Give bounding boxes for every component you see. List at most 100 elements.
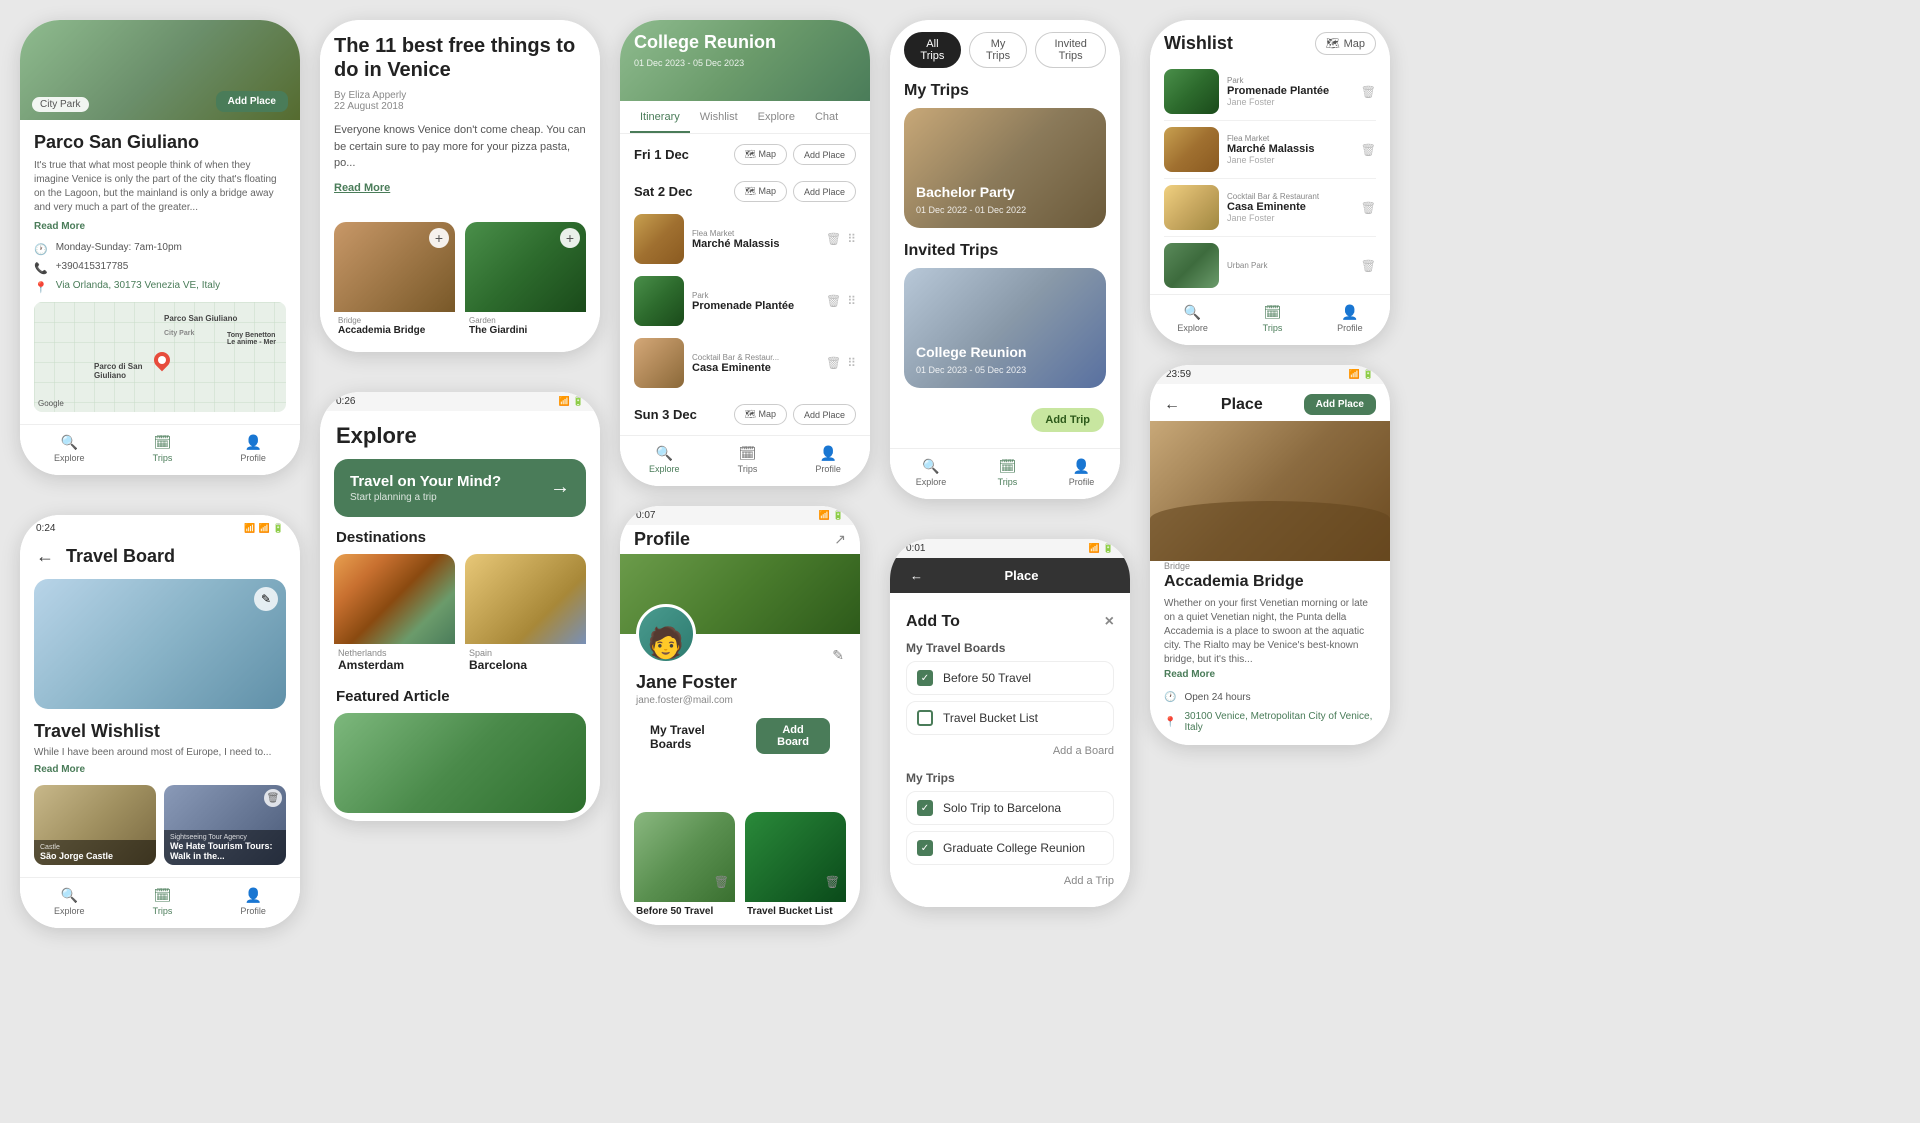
add-to-sheet: Add To × My Travel Boards ✓ Before 50 Tr… xyxy=(890,597,1130,907)
tab-explore[interactable]: Explore xyxy=(748,101,805,133)
back-arrow-8[interactable]: ← xyxy=(910,568,923,583)
trip-card-college[interactable]: College Reunion 01 Dec 2023 - 05 Dec 202… xyxy=(904,268,1106,388)
wl-delete-button-4[interactable]: 🗑 xyxy=(1361,259,1376,273)
delete-board-button-1[interactable]: 🗑 xyxy=(714,875,729,889)
featured-article-image[interactable] xyxy=(334,713,586,813)
list-item: Flea Market Marché Malassis 🗑 ⠿ xyxy=(620,208,870,270)
wl-delete-button-2[interactable]: 🗑 xyxy=(1361,143,1376,157)
nav-profile-label: Profile xyxy=(240,453,266,463)
add-board-link[interactable]: Add a Board xyxy=(906,741,1114,761)
location-icon-10: 📍 xyxy=(1164,717,1176,728)
delete-place-button-2[interactable]: 🗑 xyxy=(826,294,841,308)
nav-profile-5[interactable]: 👤 Profile xyxy=(815,444,841,474)
trip-card-dates-1: 01 Dec 2022 - 01 Dec 2022 xyxy=(916,205,1026,215)
board-read-more[interactable]: Read More xyxy=(34,764,286,775)
profile-screen-title: Profile xyxy=(634,529,690,550)
checkbox-solo[interactable]: ✓ xyxy=(917,800,933,816)
add-trip-button[interactable]: Add Trip xyxy=(1031,408,1104,432)
map-day-button-3[interactable]: 🗺 Map xyxy=(734,404,787,425)
nav-trips[interactable]: 🗓 Trips xyxy=(153,433,173,463)
edit-board-button[interactable]: ✎ xyxy=(254,587,278,611)
checkbox-before50[interactable]: ✓ xyxy=(917,670,933,686)
add-place-button-10[interactable]: Add Place xyxy=(1304,394,1376,415)
list-item[interactable]: Spain Barcelona xyxy=(465,554,586,676)
add-board-button[interactable]: Add Board xyxy=(756,718,830,754)
item-label-castle: Castle São Jorge Castle xyxy=(34,840,156,865)
item-name: São Jorge Castle xyxy=(40,851,150,861)
filter-my-trips[interactable]: My Trips xyxy=(969,32,1028,68)
board-check-1[interactable]: ✓ Before 50 Travel xyxy=(906,661,1114,695)
edit-profile-button[interactable]: ✎ xyxy=(832,647,844,664)
read-more-10[interactable]: Read More xyxy=(1150,667,1390,688)
wl-name-1: Promenade Plantée xyxy=(1227,85,1353,97)
filter-all-trips[interactable]: All Trips xyxy=(904,32,961,68)
wl-delete-button-1[interactable]: 🗑 xyxy=(1361,85,1376,99)
trip-check-2[interactable]: ✓ Graduate College Reunion xyxy=(906,831,1114,865)
back-button[interactable]: ← xyxy=(36,546,54,567)
trip-check-1[interactable]: ✓ Solo Trip to Barcelona xyxy=(906,791,1114,825)
read-more-link[interactable]: Read More xyxy=(34,221,286,232)
nav-profile-2[interactable]: 👤 Profile xyxy=(240,886,266,916)
nav-trips-9[interactable]: 🗓 Trips xyxy=(1263,303,1283,333)
nav-explore-5[interactable]: 🔍 Explore xyxy=(649,444,680,474)
add-place-day-button-2[interactable]: Add Place xyxy=(793,181,856,202)
back-button-10[interactable]: ← xyxy=(1164,396,1180,414)
nav-trips-7[interactable]: 🗓 Trips xyxy=(998,457,1018,487)
add-place-card-button[interactable]: + xyxy=(429,228,449,248)
wishlist-map-button[interactable]: 🗺 Map xyxy=(1315,32,1376,55)
nav-profile[interactable]: 👤 Profile xyxy=(240,433,266,463)
nav-explore-2[interactable]: 🔍 Explore xyxy=(54,886,85,916)
nav-explore[interactable]: 🔍 Explore xyxy=(54,433,85,463)
nav-explore-9[interactable]: 🔍 Explore xyxy=(1177,303,1208,333)
place-address[interactable]: Via Orlanda, 30173 Venezia VE, Italy xyxy=(56,280,220,291)
add-place-button[interactable]: Add Place xyxy=(216,91,288,112)
delete-place-button-3[interactable]: 🗑 xyxy=(826,356,841,370)
article-body: Everyone knows Venice don't come cheap. … xyxy=(334,122,586,172)
list-item: Park Promenade Plantée Jane Foster 🗑 xyxy=(1150,63,1390,120)
hours-icon-10: 🕐 xyxy=(1164,692,1176,703)
nav-trips-5[interactable]: 🗓 Trips xyxy=(738,444,758,474)
nav-explore-7[interactable]: 🔍 Explore xyxy=(916,457,947,487)
article-author: By Eliza Apperly xyxy=(334,90,406,101)
tab-wishlist[interactable]: Wishlist xyxy=(690,101,748,133)
article-read-more[interactable]: Read More xyxy=(334,182,390,194)
wl-delete-button-3[interactable]: 🗑 xyxy=(1361,201,1376,215)
place-nav-header: ← Place Add Place xyxy=(1150,384,1390,421)
nav-trips-label: Trips xyxy=(153,453,173,463)
nav-profile-7[interactable]: 👤 Profile xyxy=(1069,457,1095,487)
drag-handle-2[interactable]: ⠿ xyxy=(847,294,856,308)
tab-itinerary[interactable]: Itinerary xyxy=(630,101,690,133)
accademia-hero-image xyxy=(1150,421,1390,561)
share-icon[interactable]: ↗ xyxy=(834,531,846,548)
trip-card-bachelor[interactable]: Bachelor Party 01 Dec 2022 - 01 Dec 2022 xyxy=(904,108,1106,228)
list-item[interactable]: Netherlands Amsterdam xyxy=(334,554,455,676)
travel-banner[interactable]: Travel on Your Mind? Start planning a tr… xyxy=(334,459,586,517)
add-place-day-button-3[interactable]: Add Place xyxy=(793,404,856,425)
nav-trips-2[interactable]: 🗓 Trips xyxy=(153,886,173,916)
add-place-day-button-1[interactable]: Add Place xyxy=(793,144,856,165)
tab-chat[interactable]: Chat xyxy=(805,101,848,133)
bottom-nav-2: 🔍 Explore 🗓 Trips 👤 Profile xyxy=(20,877,300,928)
delete-board-button-2[interactable]: 🗑 xyxy=(825,875,840,889)
map-day-button-2[interactable]: 🗺 Map xyxy=(734,181,787,202)
checkbox-grad[interactable]: ✓ xyxy=(917,840,933,856)
delete-place-button-1[interactable]: 🗑 xyxy=(826,232,841,246)
nav-profile-9[interactable]: 👤 Profile xyxy=(1337,303,1363,333)
phone-wishlist: Wishlist 🗺 Map Park Promenade Plantée Ja… xyxy=(1150,20,1390,345)
dest-country-2: Spain xyxy=(469,648,582,658)
add-trip-link[interactable]: Add a Trip xyxy=(906,871,1114,891)
close-sheet-button[interactable]: × xyxy=(1105,613,1114,631)
filter-invited-trips[interactable]: Invited Trips xyxy=(1035,32,1106,68)
delete-item-button[interactable]: 🗑 xyxy=(264,789,282,807)
drag-handle-3[interactable]: ⠿ xyxy=(847,356,856,370)
day-label-1: Fri 1 Dec xyxy=(634,147,689,162)
drag-handle-1[interactable]: ⠿ xyxy=(847,232,856,246)
place-map[interactable]: Parco San Giuliano City Park Parco di Sa… xyxy=(34,302,286,412)
add-place-card-button-2[interactable]: + xyxy=(560,228,580,248)
profile-icon-9: 👤 xyxy=(1341,303,1359,321)
checkbox-bucket[interactable] xyxy=(917,710,933,726)
board-check-2[interactable]: Travel Bucket List xyxy=(906,701,1114,735)
place-address-10[interactable]: 30100 Venice, Metropolitan City of Venic… xyxy=(1184,711,1376,733)
list-item: + Garden The Giardini xyxy=(465,222,586,340)
map-day-button-1[interactable]: 🗺 Map xyxy=(734,144,787,165)
